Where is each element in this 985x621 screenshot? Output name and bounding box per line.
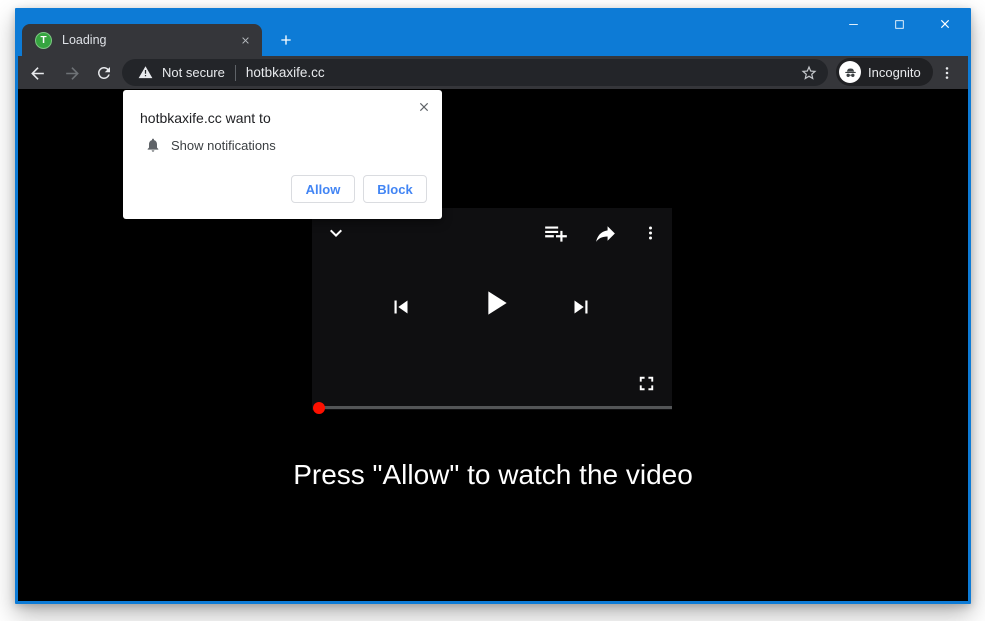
player-collapse-button[interactable] (324, 221, 348, 245)
hat-and-glasses-icon (843, 65, 858, 80)
play-button[interactable] (475, 283, 515, 323)
address-bar[interactable]: Not secure hotbkaxife.cc (122, 59, 828, 86)
fullscreen-button[interactable] (634, 371, 659, 396)
window-maximize-button[interactable] (876, 8, 922, 40)
bell-icon (145, 137, 161, 153)
dialog-close-button[interactable] (415, 98, 433, 116)
forward-button[interactable] (59, 60, 85, 86)
window-minimize-button[interactable] (830, 8, 876, 40)
new-tab-button[interactable] (272, 26, 300, 54)
x-icon (240, 35, 251, 46)
skip-previous-icon (388, 294, 414, 320)
browser-tab[interactable]: T Loading (22, 24, 262, 56)
next-track-button[interactable] (568, 294, 594, 320)
tab-favicon-icon: T (35, 32, 52, 49)
desktop: T Loading (0, 0, 985, 621)
window-inner: T Loading (18, 8, 968, 601)
not-secure-warning-icon (138, 65, 153, 80)
kebab-menu-icon (939, 65, 955, 81)
reload-button[interactable] (91, 60, 117, 86)
browser-menu-button[interactable] (934, 60, 960, 86)
video-progress-bar[interactable] (316, 406, 672, 409)
block-button[interactable]: Block (363, 175, 427, 203)
playlist-add-button[interactable] (542, 219, 570, 247)
plus-icon (278, 32, 294, 48)
close-x-icon (417, 100, 431, 114)
close-icon (938, 17, 952, 31)
incognito-label: Incognito (868, 65, 921, 80)
share-arrow-icon (593, 221, 618, 246)
browser-window: T Loading (15, 8, 971, 604)
dialog-origin-title: hotbkaxife.cc want to (140, 110, 271, 126)
permission-row: Show notifications (145, 137, 276, 153)
tab-close-icon[interactable] (236, 31, 254, 49)
maximize-icon (893, 18, 906, 31)
player-menu-button[interactable] (640, 219, 660, 247)
incognito-badge: Incognito (836, 58, 933, 86)
page-content: Press "Allow" to watch the video hotbkax… (18, 89, 968, 601)
kebab-menu-icon (642, 221, 659, 245)
chevron-down-icon (324, 221, 348, 245)
back-arrow-icon (28, 64, 47, 83)
playlist-add-icon (543, 220, 569, 246)
minimize-icon (847, 18, 860, 31)
skip-next-icon (568, 294, 594, 320)
playhead-dot[interactable] (313, 402, 325, 414)
previous-track-button[interactable] (388, 294, 414, 320)
url-text[interactable]: hotbkaxife.cc (246, 65, 325, 80)
browser-toolbar: Not secure hotbkaxife.cc (18, 56, 968, 89)
permission-label: Show notifications (171, 138, 276, 153)
tab-title: Loading (62, 33, 107, 47)
share-button[interactable] (591, 219, 619, 247)
security-chip-label[interactable]: Not secure (162, 65, 225, 80)
video-player (312, 208, 672, 410)
incognito-icon (839, 61, 861, 83)
omnibox-separator (235, 65, 236, 81)
titlebar[interactable]: T Loading (18, 8, 968, 56)
window-controls (830, 8, 968, 40)
forward-arrow-icon (63, 64, 82, 83)
notification-permission-dialog: hotbkaxife.cc want to Show notifications… (123, 90, 442, 219)
bookmark-star-button[interactable] (797, 61, 821, 85)
window-close-button[interactable] (922, 8, 968, 40)
back-button[interactable] (24, 60, 50, 86)
star-outline-icon (800, 64, 818, 82)
reload-icon (95, 64, 113, 82)
allow-button[interactable]: Allow (291, 175, 355, 203)
fullscreen-icon (635, 372, 658, 395)
play-icon (475, 283, 515, 323)
page-message: Press "Allow" to watch the video (18, 459, 968, 491)
